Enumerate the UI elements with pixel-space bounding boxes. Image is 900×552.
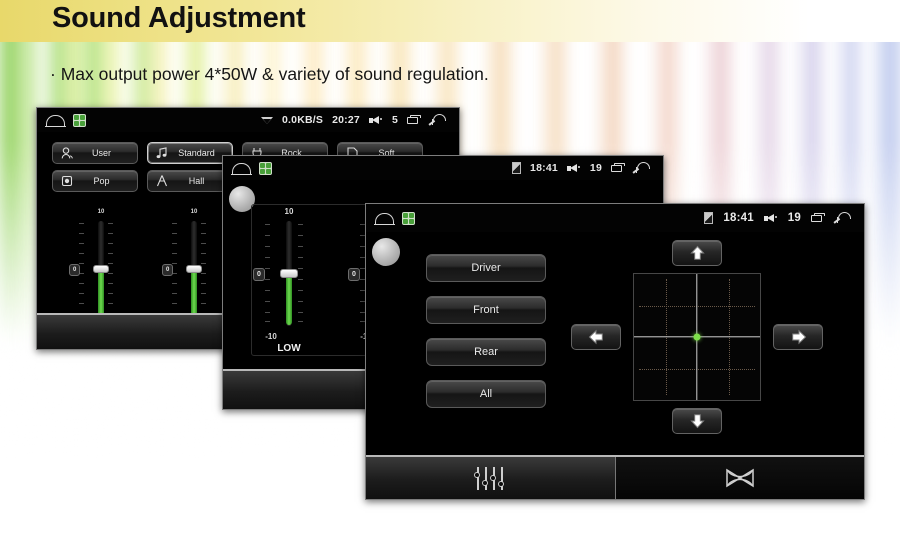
- slider-value: 0: [162, 264, 174, 276]
- status-bar: 18:41 19: [223, 156, 663, 180]
- slider-value: 0: [69, 264, 81, 276]
- slider-label: LOW: [277, 343, 301, 354]
- slider-value: 0: [348, 268, 360, 281]
- sdcard-icon: [704, 212, 714, 224]
- position-label: Front: [473, 304, 499, 316]
- network-speed: 0.0KB/S: [282, 114, 324, 126]
- slider-knob[interactable]: [280, 269, 298, 278]
- balance-fader-icon: [726, 468, 754, 488]
- volume-level: 19: [589, 162, 602, 174]
- tick-marks: [265, 216, 270, 331]
- home-icon[interactable]: [374, 212, 395, 226]
- background-stripe: [0, 0, 22, 552]
- position-button-driver[interactable]: Driver: [426, 254, 546, 282]
- music-note-icon: [156, 147, 167, 159]
- back-icon[interactable]: [832, 212, 853, 224]
- fader-position-dot[interactable]: [693, 333, 701, 341]
- screen-body: Driver Front Rear All: [366, 232, 864, 499]
- preset-button-standard[interactable]: Standard: [147, 142, 233, 164]
- pop-icon: [61, 175, 73, 187]
- clock: 20:27: [332, 114, 360, 126]
- status-bar: 18:41 19: [366, 204, 864, 232]
- recent-apps-icon[interactable]: [811, 213, 826, 223]
- fader-right-button[interactable]: [773, 324, 823, 350]
- hall-icon: [156, 175, 168, 187]
- recent-apps-icon[interactable]: [611, 163, 626, 173]
- recent-apps-icon[interactable]: [407, 115, 422, 125]
- preset-label: Pop: [93, 176, 110, 186]
- rotary-knob[interactable]: [372, 238, 400, 266]
- arrow-up-icon: [689, 245, 705, 260]
- scale-max: 10: [284, 207, 294, 216]
- back-icon[interactable]: [427, 114, 448, 126]
- background-stripe: [880, 0, 900, 552]
- page-title: Sound Adjustment: [52, 2, 306, 34]
- home-icon[interactable]: [231, 162, 252, 176]
- position-label: Rear: [474, 346, 498, 358]
- fader-pad[interactable]: [633, 273, 761, 401]
- user-icon: [61, 147, 73, 159]
- background-stripe: [866, 0, 878, 552]
- preset-button-hall[interactable]: Hall: [147, 170, 233, 192]
- head-unit-screen-balance-fader: 18:41 19 Driver Front Rear All: [365, 203, 865, 500]
- slider-knob[interactable]: [186, 265, 202, 273]
- home-icon[interactable]: [45, 114, 66, 128]
- position-label: Driver: [471, 262, 501, 274]
- speaker-icon[interactable]: [763, 213, 778, 224]
- arrow-down-icon: [689, 414, 705, 429]
- position-button-all[interactable]: All: [426, 380, 546, 408]
- preset-label: Hall: [188, 176, 205, 186]
- balance-fader-control: [571, 240, 861, 440]
- position-button-front[interactable]: Front: [426, 296, 546, 324]
- apps-grid-icon[interactable]: [402, 211, 415, 225]
- volume-level: 19: [787, 212, 801, 224]
- speaker-icon[interactable]: [368, 115, 383, 126]
- fader-down-button[interactable]: [672, 408, 722, 434]
- scale-min: -10: [265, 332, 277, 341]
- volume-level: 5: [391, 114, 398, 126]
- position-label: All: [479, 388, 493, 400]
- bottom-tab-bar: [366, 455, 864, 499]
- scale-max: 10: [190, 209, 198, 215]
- preset-button-pop[interactable]: Pop: [52, 170, 138, 192]
- scale-max: 10: [97, 209, 105, 215]
- arrow-right-icon: [791, 329, 806, 345]
- back-icon[interactable]: [631, 162, 652, 174]
- tab-balance-fader[interactable]: [614, 457, 864, 499]
- status-bar: 0.0KB/S 20:27 5: [37, 108, 459, 132]
- apps-grid-icon[interactable]: [259, 161, 272, 175]
- clock: 18:41: [723, 212, 754, 224]
- eq-slider-low[interactable]: 10 0 -10 LOW: [253, 207, 303, 354]
- preset-button-user[interactable]: User: [52, 142, 138, 164]
- tick-marks: [298, 216, 303, 331]
- fader-up-button[interactable]: [672, 240, 722, 266]
- arrow-left-icon: [588, 329, 603, 345]
- wifi-icon: [261, 116, 273, 124]
- apps-grid-icon[interactable]: [73, 113, 86, 127]
- preset-label: User: [91, 148, 111, 158]
- sdcard-icon: [512, 162, 522, 174]
- clock: 18:41: [530, 162, 558, 174]
- slider-knob[interactable]: [93, 265, 109, 273]
- preset-label: Standard: [178, 148, 215, 158]
- tab-equalizer[interactable]: [366, 457, 615, 499]
- fader-left-button[interactable]: [571, 324, 621, 350]
- speaker-icon[interactable]: [566, 163, 581, 174]
- subtitle-text: · Max output power 4*50W & variety of so…: [50, 64, 489, 84]
- equalizer-icon: [473, 466, 507, 490]
- tick-marks: [360, 216, 365, 331]
- position-button-rear[interactable]: Rear: [426, 338, 546, 366]
- slider-value: 0: [253, 268, 265, 281]
